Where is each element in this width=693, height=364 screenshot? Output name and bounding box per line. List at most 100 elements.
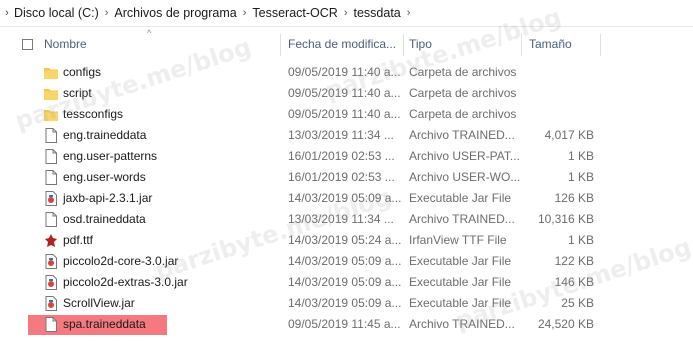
file-date: 14/03/2019 05:09 a... [288,296,402,310]
file-row[interactable]: tessconfigs 09/05/2019 11:40 a... Carpet… [0,104,693,125]
file-row-highlighted[interactable]: spa.traineddata 09/05/2019 11:45 a... Ar… [0,314,693,335]
file-size: 1 KB [567,170,594,184]
file-name: eng.traineddata [63,128,147,142]
folder-icon [44,89,58,100]
breadcrumb-item-1[interactable]: Archivos de programa › [114,6,252,20]
file-size: 1 KB [567,233,594,247]
column-divider[interactable] [521,34,522,56]
file-name: tessconfigs [63,107,124,121]
jar-file-icon [45,275,57,290]
file-date: 16/01/2019 02:53 ... [288,149,395,163]
file-size: 24,520 KB [537,317,594,331]
file-date: 09/05/2019 11:40 a... [288,86,401,100]
breadcrumb-separator-icon[interactable]: › [344,7,348,19]
file-type: Executable Jar File [409,254,512,268]
file-row[interactable]: piccolo2d-core-3.0.jar 14/03/2019 05:09 … [0,251,693,272]
file-name: configs [63,65,102,79]
file-size: 10,316 KB [537,212,594,226]
file-date: 09/05/2019 11:45 a... [288,317,401,331]
file-row[interactable]: eng.user-patterns 16/01/2019 02:53 ... A… [0,146,693,167]
file-date: 14/03/2019 05:09 a... [288,275,402,289]
file-name: eng.user-words [63,170,146,184]
file-row[interactable]: eng.user-words 16/01/2019 02:53 ... Arch… [0,167,693,188]
column-divider[interactable] [600,34,601,56]
jar-file-icon [45,191,57,206]
column-header-type-label: Tipo [409,37,432,51]
file-name: eng.user-patterns [63,149,158,163]
breadcrumb-separator-icon[interactable]: › [407,7,411,19]
breadcrumb-overflow-icon[interactable]: › [0,7,14,19]
file-date: 09/05/2019 11:40 a... [288,107,401,121]
file-name: script [63,86,92,100]
irfanview-icon [45,234,57,247]
file-size: 4,017 KB [544,128,594,142]
file-name: piccolo2d-extras-3.0.jar [63,275,188,289]
file-date: 14/03/2019 05:09 a... [288,191,402,205]
file-row[interactable]: jaxb-api-2.3.1.jar 14/03/2019 05:09 a...… [0,188,693,209]
file-type: Carpeta de archivos [409,65,517,79]
file-size: 1 KB [567,149,594,163]
jar-file-icon [45,254,57,269]
file-name: jaxb-api-2.3.1.jar [63,191,153,205]
column-header-date-label: Fecha de modifica... [288,37,397,51]
file-date: 14/03/2019 05:24 a... [288,233,402,247]
file-row[interactable]: configs 09/05/2019 11:40 a... Carpeta de… [0,62,693,83]
column-divider[interactable] [403,34,404,56]
column-header-name[interactable]: Nombre [44,30,274,58]
column-divider[interactable] [280,34,281,56]
file-date: 13/03/2019 11:34 ... [288,212,394,226]
column-header-date[interactable]: Fecha de modifica... [288,30,403,58]
file-date: 14/03/2019 05:09 a... [288,254,402,268]
breadcrumb-separator-icon[interactable]: › [105,7,109,19]
file-row[interactable]: piccolo2d-extras-3.0.jar 14/03/2019 05:0… [0,272,693,293]
file-type: IrfanView TTF File [409,233,507,247]
file-type: Archivo TRAINED... [409,212,515,226]
file-icon [45,149,57,164]
file-size: 25 KB [561,296,594,310]
file-row[interactable]: script 09/05/2019 11:40 a... Carpeta de … [0,83,693,104]
breadcrumb-separator-icon[interactable]: › [243,7,247,19]
breadcrumb-item-2[interactable]: Tesseract-OCR › [252,6,353,20]
file-row[interactable]: ScrollView.jar 14/03/2019 05:09 a... Exe… [0,293,693,314]
file-icon [45,317,57,332]
file-name: osd.traineddata [63,212,146,226]
breadcrumb-label: Archivos de programa [114,6,237,20]
file-row[interactable]: pdf.ttf 14/03/2019 05:24 a... IrfanView … [0,230,693,251]
column-header-size[interactable]: Tamaño [529,30,619,58]
file-date: 16/01/2019 02:53 ... [288,170,395,184]
file-name: ScrollView.jar [63,296,135,310]
folder-icon [44,110,58,121]
column-header-name-label: Nombre [44,37,87,51]
file-type: Carpeta de archivos [409,86,517,100]
file-list: configs 09/05/2019 11:40 a... Carpeta de… [0,62,693,335]
file-icon [45,212,57,227]
file-row[interactable]: osd.traineddata 13/03/2019 11:34 ... Arc… [0,209,693,230]
column-header-size-label: Tamaño [529,37,572,51]
breadcrumb-label: Disco local (C:) [14,6,99,20]
file-type: Archivo USER-WO... [409,170,521,184]
file-name: pdf.ttf [63,233,94,247]
breadcrumb-label: tessdata [353,6,401,20]
file-type: Executable Jar File [409,275,512,289]
file-name: piccolo2d-core-3.0.jar [63,254,179,268]
folder-icon [44,68,58,79]
jar-file-icon [45,296,57,311]
file-icon [45,170,57,185]
select-all-checkbox[interactable] [22,38,33,50]
sort-ascending-icon: ^ [147,28,152,38]
breadcrumb-item-3[interactable]: tessdata › [353,6,416,20]
file-type: Archivo TRAINED... [409,128,515,142]
column-header-row: Nombre Fecha de modifica... Tipo Tamaño [0,30,693,58]
breadcrumb-item-0[interactable]: Disco local (C:) › [14,6,114,20]
breadcrumb: › Disco local (C:) › Archivos de programa… [0,0,693,27]
file-size: 146 KB [554,275,594,289]
file-type: Executable Jar File [409,191,512,205]
file-type: Archivo TRAINED... [409,317,515,331]
breadcrumb-label: Tesseract-OCR [252,6,338,20]
file-type: Carpeta de archivos [409,107,517,121]
file-type: Executable Jar File [409,296,512,310]
file-row[interactable]: eng.traineddata 13/03/2019 11:34 ... Arc… [0,125,693,146]
file-size: 122 KB [554,254,594,268]
column-header-type[interactable]: Tipo [409,30,519,58]
file-type: Archivo USER-PAT... [409,149,520,163]
